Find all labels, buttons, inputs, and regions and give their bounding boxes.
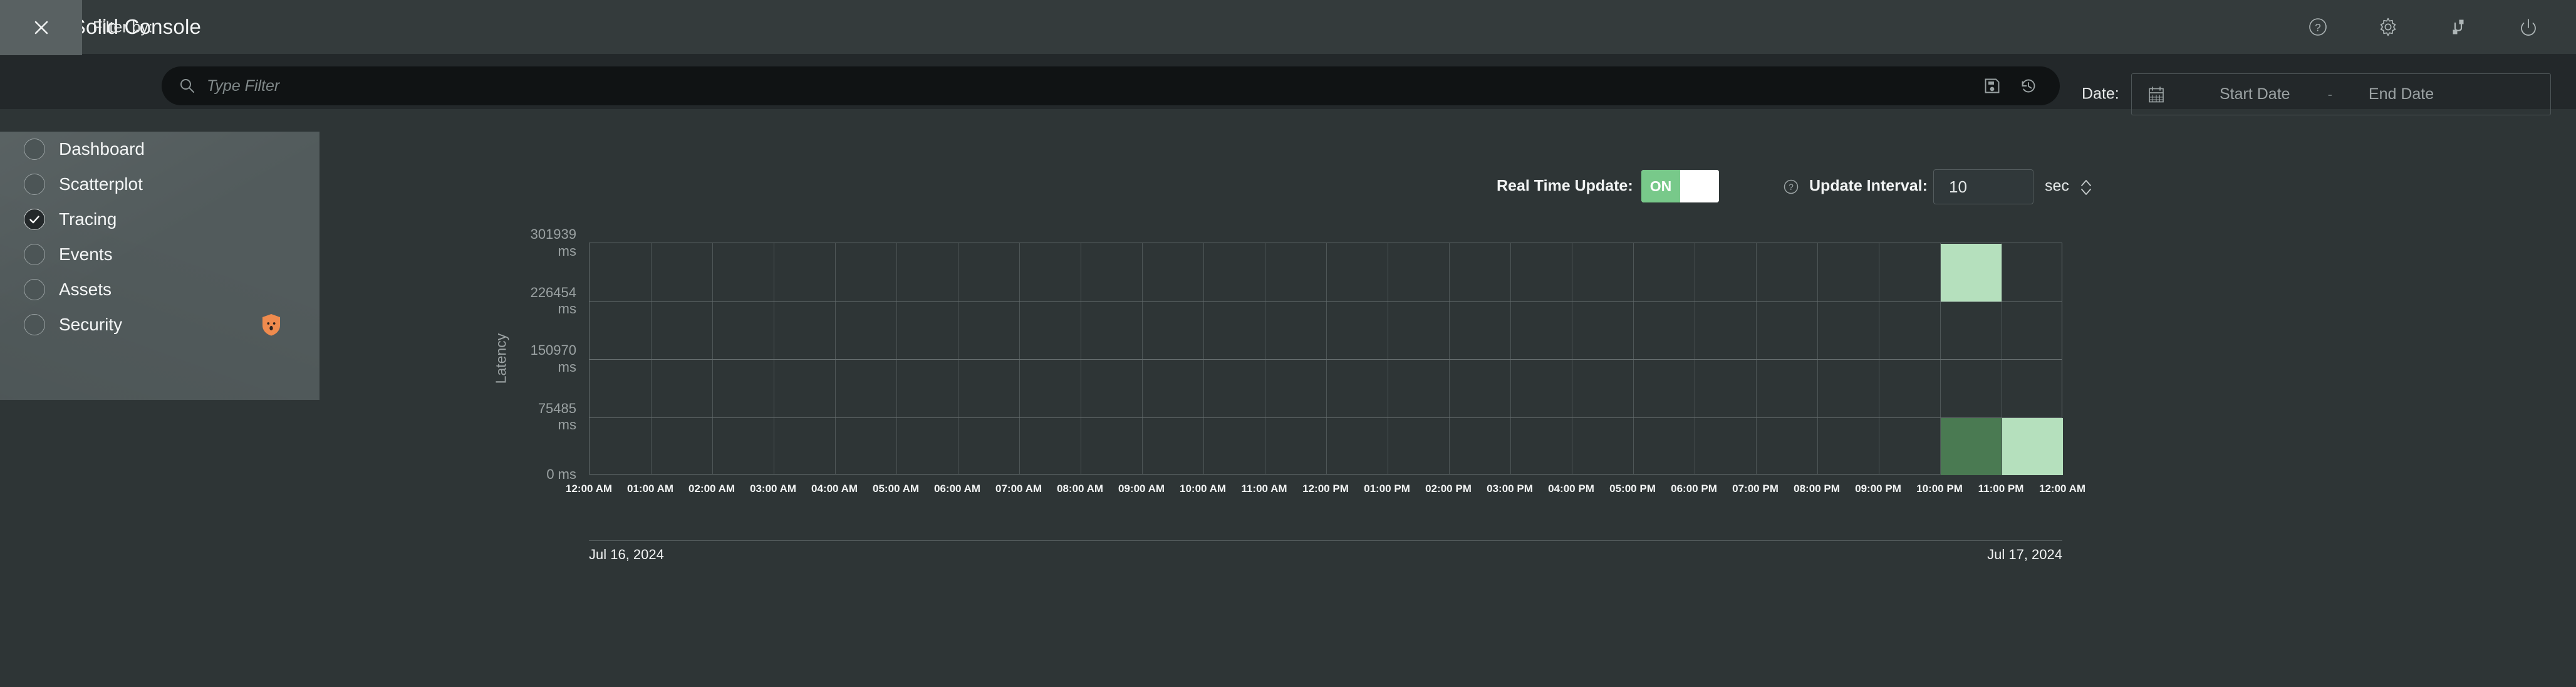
latency-heatmap-chart: Latency 301939 ms 226454 ms 150970 ms 75485 ms 0… [0, 0, 2576, 687]
x-axis-tick-label: 04:00 PM [1548, 483, 1594, 495]
grid-line-vertical [1203, 243, 1204, 474]
x-axis-tick-label: 11:00 AM [1241, 483, 1287, 495]
x-axis-tick-label: 03:00 AM [749, 483, 797, 495]
sidebar-item-label: Assets [59, 280, 112, 299]
sidebar-item-events[interactable]: Events [0, 237, 319, 272]
sidebar-item-assets[interactable]: Assets [0, 272, 319, 307]
security-shield-icon [262, 314, 280, 336]
x-axis-tick-label: 04:00 AM [811, 483, 858, 495]
x-axis-tick-label: 12:00 AM [2038, 483, 2086, 495]
radio-dashboard[interactable] [24, 139, 45, 160]
y-axis-tick-label: 301939 ms [530, 226, 576, 259]
x-axis-tick-label: 12:00 PM [1302, 483, 1349, 495]
sidebar-item-label: Events [59, 244, 113, 264]
x-axis-tick-label: 01:00 PM [1364, 483, 1410, 495]
sidebar-item-label: Tracing [59, 209, 117, 229]
grid-line-vertical [1326, 243, 1327, 474]
x-axis-tick-label: 07:00 PM [1732, 483, 1779, 495]
grid-line-vertical [1633, 243, 1634, 474]
y-axis-tick-label: 75485 ms [538, 400, 576, 433]
radio-scatterplot[interactable] [24, 174, 45, 195]
heatmap-plot-area[interactable] [589, 243, 2063, 475]
grid-line-vertical [1142, 243, 1143, 474]
grid-line-vertical [896, 243, 897, 474]
x-axis-tick-label: 08:00 AM [1056, 483, 1104, 495]
check-icon [29, 216, 39, 224]
x-axis-tick-label: 11:00 PM [1978, 483, 2024, 495]
grid-line-vertical [1019, 243, 1020, 474]
grid-line-horizontal [589, 417, 2062, 418]
radio-security[interactable] [24, 314, 45, 335]
nav-menu-panel: Dashboard Scatterplot Tracing Events Ass… [0, 132, 319, 400]
grid-line-vertical [712, 243, 713, 474]
grid-line-vertical [1510, 243, 1511, 474]
heatmap-cell[interactable] [1941, 417, 2002, 475]
sidebar-item-tracing[interactable]: Tracing [0, 202, 319, 237]
grid-line-vertical [1756, 243, 1757, 474]
x-axis-tick-label: 06:00 PM [1671, 483, 1717, 495]
grid-line-vertical [835, 243, 836, 474]
sidebar-item-dashboard[interactable]: Dashboard [0, 132, 319, 167]
footer-divider [589, 540, 2062, 541]
footer-end-date: Jul 17, 2024 [1987, 547, 2062, 562]
x-axis-tick-label: 10:00 AM [1179, 483, 1227, 495]
x-axis-tick-label: 03:00 PM [1487, 483, 1533, 495]
y-axis-tick-label: 150970 ms [530, 342, 576, 375]
x-axis-tick-label: 05:00 AM [872, 483, 920, 495]
radio-tracing[interactable] [24, 209, 45, 230]
x-axis-tick-label: 08:00 PM [1794, 483, 1840, 495]
x-axis-tick-label: 12:00 AM [565, 483, 613, 495]
sidebar-item-label: Security [59, 315, 123, 334]
y-axis-tick-label: 0 ms [546, 466, 576, 482]
grid-line-vertical [651, 243, 652, 474]
x-axis-tick-label: 10:00 PM [1916, 483, 1963, 495]
footer-start-date: Jul 16, 2024 [589, 547, 664, 562]
x-axis-tick-label: 01:00 AM [626, 483, 674, 495]
grid-line-vertical [1817, 243, 1818, 474]
sidebar-item-scatterplot[interactable]: Scatterplot [0, 167, 319, 202]
x-axis-tick-label: 07:00 AM [995, 483, 1042, 495]
x-axis-tick-label: 09:00 AM [1118, 483, 1165, 495]
radio-events[interactable] [24, 244, 45, 265]
heatmap-cell[interactable] [2002, 417, 2063, 475]
sidebar-item-label: Scatterplot [59, 174, 143, 194]
x-axis-tick-label: 02:00 PM [1425, 483, 1472, 495]
grid-line-horizontal [589, 359, 2062, 360]
grid-line-vertical [1449, 243, 1450, 474]
x-axis-tick-label: 02:00 AM [688, 483, 735, 495]
x-axis-tick-label: 09:00 PM [1855, 483, 1901, 495]
heatmap-cell[interactable] [1941, 244, 2002, 302]
x-axis-tick-label: 06:00 AM [933, 483, 981, 495]
radio-assets[interactable] [24, 279, 45, 300]
x-axis-tick-label: 05:00 PM [1609, 483, 1656, 495]
y-axis-tick-label: 226454 ms [530, 284, 576, 317]
sidebar-item-security[interactable]: Security [0, 307, 319, 342]
sidebar-item-label: Dashboard [59, 139, 145, 159]
